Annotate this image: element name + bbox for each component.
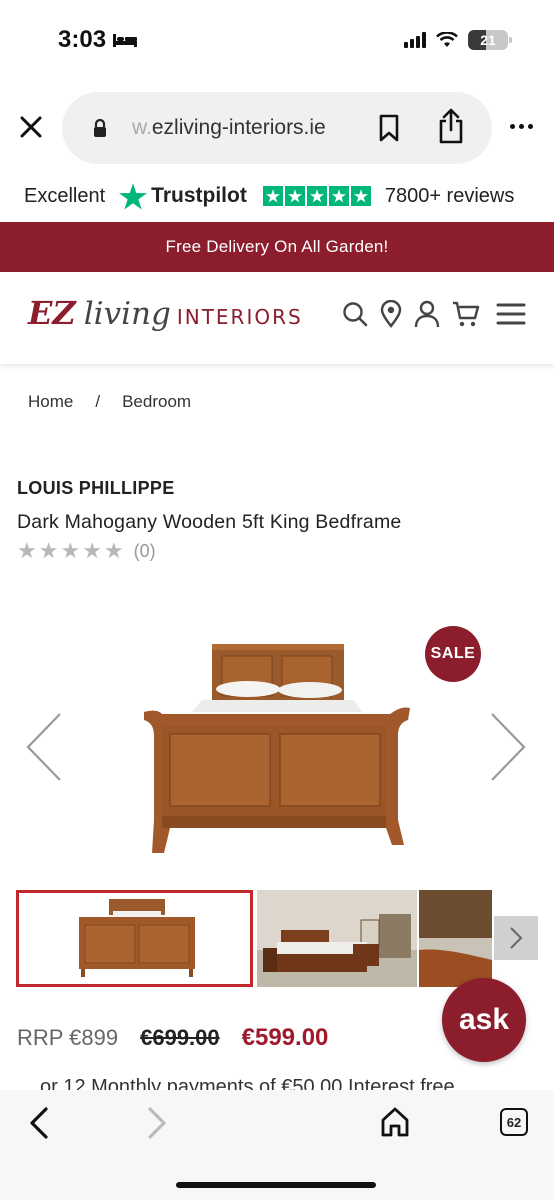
forward-icon[interactable] [144,1106,170,1140]
header-actions [342,300,526,328]
more-options-icon[interactable] [510,124,533,129]
trustpilot-widget[interactable]: Excellent Trustpilot 7800+ reviews [24,178,534,214]
thumbnail-detail[interactable] [419,890,492,987]
rating-star-icon: ★ [38,538,59,563]
rating-star-icon: ★ [103,538,124,563]
site-header: EZ living INTERIORS [0,272,554,364]
sale-badge: SALE [425,626,481,682]
trustpilot-star-box [328,186,349,206]
bed-icon [113,34,138,47]
breadcrumb: Home / Bedroom [28,392,191,412]
rating-star-icon: ★ [82,538,102,563]
address-bar[interactable]: w.ezliving-interiors.ie [62,92,492,164]
thumbnail-room[interactable] [257,890,417,987]
thumbnail-strip [0,888,554,988]
promo-banner[interactable]: Free Delivery On All Garden! [0,222,554,272]
cellular-signal-icon [404,32,426,48]
trustpilot-review-count: 7800+ reviews [384,184,515,207]
trustpilot-stars [262,186,371,206]
lock-icon [94,118,106,137]
price-row: RRP €899 €699.00 €599.00 [17,1024,328,1052]
status-indicators: 21 [404,30,512,50]
trustpilot-star-box [284,186,305,206]
status-time: 3:03 [58,26,138,54]
battery-icon: 21 [468,30,512,50]
chevron-right-icon[interactable] [488,712,528,782]
account-icon[interactable] [414,300,440,328]
browser-bar: w.ezliving-interiors.ie [0,90,554,168]
product-gallery: SALE [0,600,554,880]
bookmark-icon[interactable] [378,114,400,142]
back-icon[interactable] [26,1106,52,1140]
share-icon[interactable] [436,108,466,144]
breadcrumb-current[interactable]: Bedroom [122,392,191,412]
trustpilot-star-icon [119,182,148,209]
store-locator-icon[interactable] [380,300,402,328]
product-rating[interactable]: ★ ★ ★ ★ ★ (0) [17,540,156,562]
chevron-right-icon [510,927,523,949]
ask-chat-button[interactable]: ask [442,978,526,1062]
product-title: Dark Mahogany Wooden 5ft King Bedframe [17,511,402,533]
rrp-price: RRP €899 [17,1025,119,1050]
ez-living-logo[interactable]: EZ living INTERIORS [28,294,303,332]
home-icon[interactable] [380,1106,410,1138]
browser-toolbar: 62 [0,1090,554,1200]
rating-star-icon: ★ [17,538,37,563]
wifi-icon [436,32,458,47]
trustpilot-star-box [306,186,327,206]
trustpilot-star-box [350,186,371,206]
chevron-left-icon[interactable] [24,712,64,782]
cart-icon[interactable] [452,300,480,328]
breadcrumb-separator: / [95,392,101,411]
product-brand[interactable]: LOUIS PHILLIPPE [17,478,175,499]
trustpilot-logo: Trustpilot [119,182,247,210]
url-text: w.ezliving-interiors.ie [132,116,326,139]
finance-text: or 12 Monthly payments of €50.00 Interes… [40,1076,455,1090]
breadcrumb-home[interactable]: Home [28,392,73,412]
thumbnail-next-button[interactable] [494,916,538,960]
tabs-count-button[interactable]: 62 [500,1108,528,1136]
sale-price: €599.00 [241,1024,329,1051]
search-icon[interactable] [342,301,368,327]
status-bar: 3:03 21 [0,0,554,84]
rating-star-icon: ★ [60,538,81,563]
home-indicator [176,1182,376,1188]
trustpilot-star-box [262,186,283,206]
menu-icon[interactable] [496,301,526,327]
thumbnail-selected[interactable] [16,890,253,987]
rating-count: (0) [133,540,156,561]
close-icon[interactable] [18,114,44,140]
trustpilot-rating-word: Excellent [24,184,106,207]
was-price: €699.00 [140,1025,220,1050]
product-image-bed[interactable] [140,640,415,855]
